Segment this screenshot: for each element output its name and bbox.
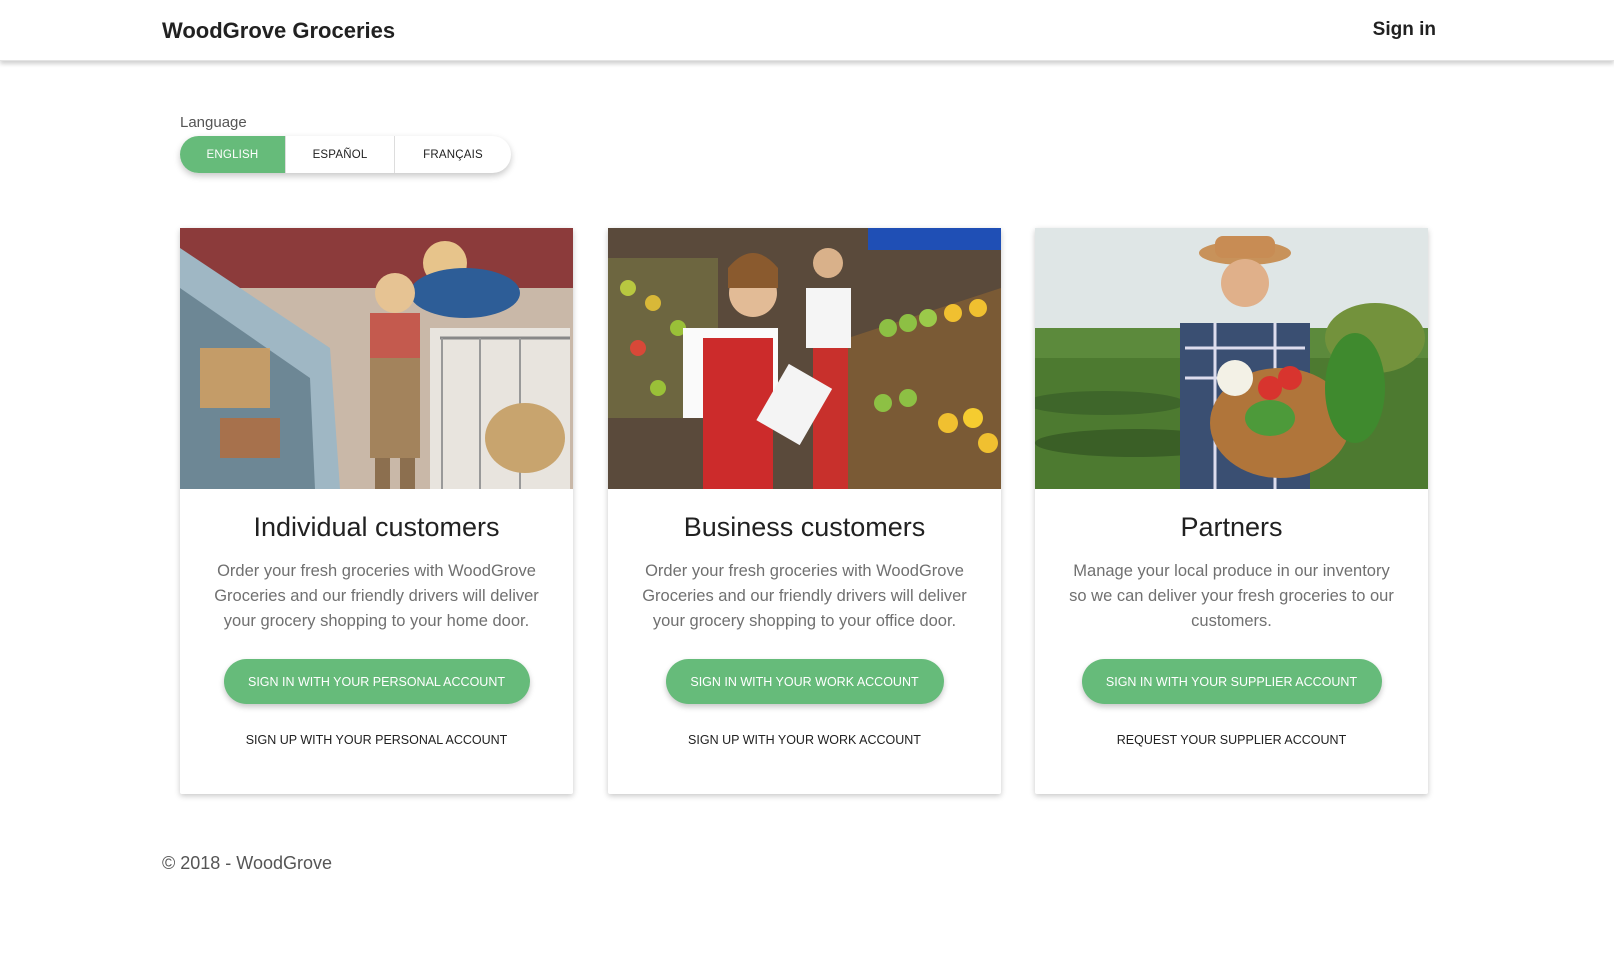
sign-in-work-button[interactable]: SIGN IN WITH YOUR WORK ACCOUNT: [665, 659, 944, 704]
partners-card: Partners Manage your local produce in ou…: [1035, 228, 1428, 794]
card-description: Order your fresh groceries with WoodGrov…: [642, 562, 967, 630]
sign-in-link[interactable]: Sign in: [1373, 19, 1436, 41]
business-customers-photo: [608, 228, 1001, 489]
language-selector: ENGLISH ESPAÑOL FRANÇAIS: [180, 136, 511, 173]
sign-in-supplier-button[interactable]: SIGN IN WITH YOUR SUPPLIER ACCOUNT: [1081, 659, 1382, 704]
top-navbar: WoodGrove Groceries Sign in: [0, 0, 1614, 61]
partners-photo: [1035, 228, 1428, 489]
language-option-francais[interactable]: FRANÇAIS: [395, 136, 511, 173]
brand-title[interactable]: WoodGrove Groceries: [162, 18, 395, 44]
card-description: Order your fresh groceries with WoodGrov…: [214, 562, 539, 630]
sign-up-personal-link[interactable]: SIGN UP WITH YOUR PERSONAL ACCOUNT: [180, 733, 573, 747]
card-title: Individual customers: [253, 512, 500, 542]
card-title: Partners: [1180, 512, 1283, 542]
individual-customers-card: Individual customers Order your fresh gr…: [180, 228, 573, 794]
sign-up-work-link[interactable]: SIGN UP WITH YOUR WORK ACCOUNT: [608, 733, 1001, 747]
sign-in-personal-button[interactable]: SIGN IN WITH YOUR PERSONAL ACCOUNT: [223, 659, 530, 704]
footer-copyright: © 2018 - WoodGrove: [162, 853, 333, 873]
request-supplier-link[interactable]: REQUEST YOUR SUPPLIER ACCOUNT: [1035, 733, 1428, 747]
card-description: Manage your local produce in our invento…: [1069, 562, 1394, 630]
language-option-english[interactable]: ENGLISH: [180, 136, 286, 173]
business-customers-card: Business customers Order your fresh groc…: [608, 228, 1001, 794]
language-option-espanol[interactable]: ESPAÑOL: [286, 136, 395, 173]
card-title: Business customers: [683, 512, 926, 542]
individual-customers-photo: [180, 228, 573, 489]
language-label: Language: [180, 114, 247, 131]
